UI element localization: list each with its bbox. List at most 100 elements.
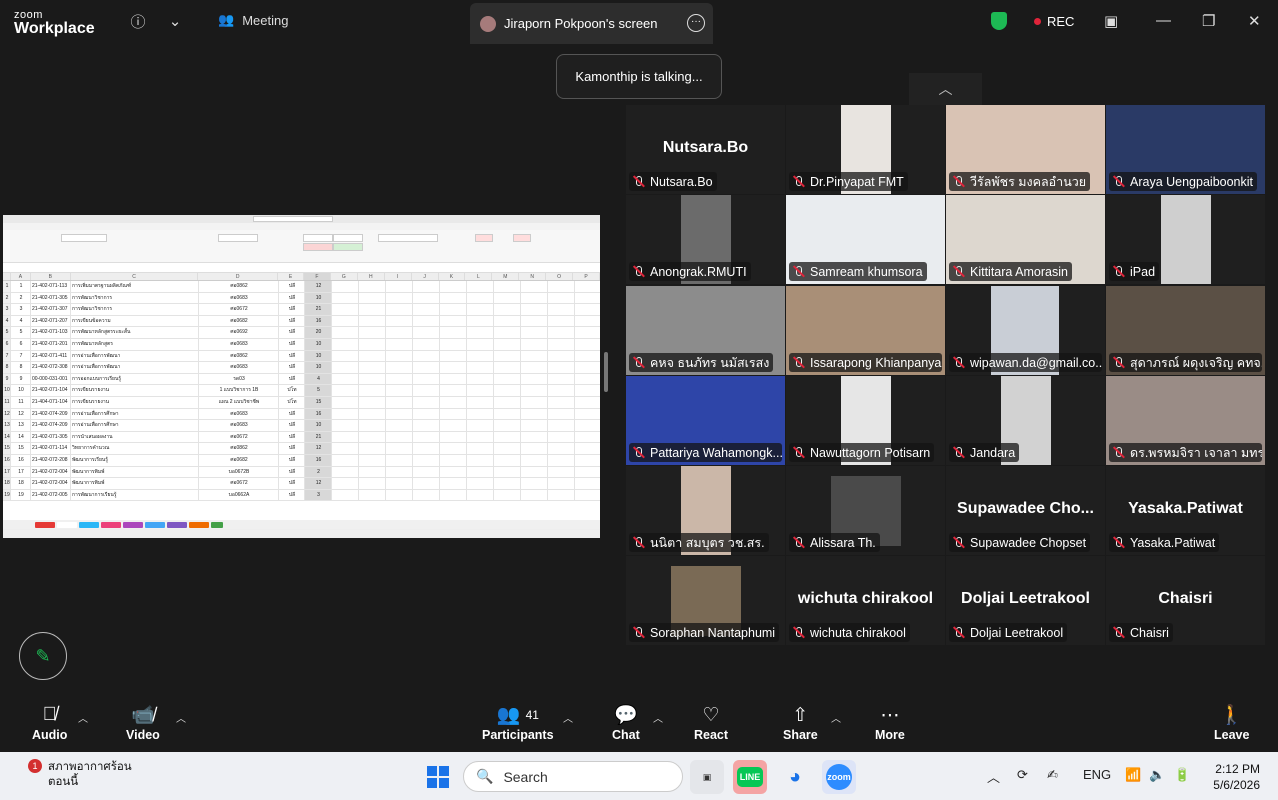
sync-icon[interactable]: ⟳ [1017,767,1028,783]
react-button[interactable]: ♡ React [694,702,728,743]
audio-button[interactable]: 🎙̸ Audio [32,702,67,742]
table-cell [467,304,494,315]
participant-tile[interactable]: Doljai Leetrakool Doljai Leetrakool [946,556,1105,645]
restore-icon[interactable]: ❐ [1202,12,1215,30]
chat-button[interactable]: 💬 Chat [612,702,640,742]
table-cell [386,315,413,327]
participant-tile[interactable]: wipawan.da@gmail.co... [946,286,1105,375]
info-icon[interactable]: ⓘ [127,10,149,32]
table-cell [521,327,548,338]
system-clock[interactable]: 2:12 PM 5/6/2026 [1204,761,1260,793]
leave-button[interactable]: 🚶 Leave [1214,702,1249,742]
participant-tile[interactable]: สุดาภรณ์ ผดุงเจริญ คทจ... [1106,286,1265,375]
talking-banner: Kamonthip is talking... [556,54,722,99]
participant-tile[interactable]: Araya Uengpaiboonkit [1106,105,1265,194]
table-cell [548,338,575,350]
participants-button[interactable]: 👥 41 Participants [482,702,554,742]
tray-expand-icon[interactable]: ︿ [987,767,1000,786]
zoom-app-icon[interactable]: zoom [822,760,856,794]
shield-icon[interactable] [991,12,1007,30]
participant-tile[interactable]: iPad [1106,195,1265,284]
table-cell: 3 [3,304,11,315]
edge-icon[interactable]: ◕ [778,760,812,794]
splitter-handle[interactable] [604,352,608,392]
audio-options-caret[interactable]: ︿ [78,710,88,725]
collapse-gallery-button[interactable]: ︿ [909,73,982,105]
table-cell [548,396,575,408]
chevron-down-icon[interactable]: ⌄ [164,10,186,32]
table-row: 6 6 21-402-071-201 การพัฒนาหลักสูตร ศอ0683 ปล… [3,338,600,351]
participants-options-caret[interactable]: ︿ [563,710,573,725]
table-cell [467,454,494,466]
table-cell [413,292,440,304]
table-row: 17 17 21-402-072-004 พัฒนาการพิมพ์ บอ0672B ปล… [3,466,600,479]
video-button[interactable]: 📹̸ Video [126,702,160,742]
table-cell [359,454,386,466]
participant-tile[interactable]: Issarapong Khianpanya [786,286,945,375]
table-cell [386,443,413,454]
participant-tile[interactable]: Dr.Pinyapat FMT [786,105,945,194]
participant-tile[interactable]: Samream khumsora [786,195,945,284]
table-cell [359,396,386,408]
table-cell [386,327,413,338]
minimize-icon[interactable]: — [1156,12,1171,29]
line-app-icon[interactable]: LINE [733,760,767,794]
layout-icon[interactable]: ▣ [1104,12,1118,30]
participant-tile[interactable]: Anongrak.RMUTI [626,195,785,284]
share-options-caret[interactable]: ︿ [831,710,841,725]
more-button[interactable]: ⋯ More [875,702,905,743]
language-indicator[interactable]: ENG [1083,767,1111,782]
screen-share-tab[interactable]: Jiraporn Pokpoon's screen ··· [470,3,713,44]
participant-tile[interactable]: Nutsara.Bo Nutsara.Bo [626,105,785,194]
table-cell [548,304,575,315]
participant-tile[interactable]: Supawadee Cho... Supawadee Chopset [946,466,1105,555]
task-view-icon[interactable]: ▣ [690,760,724,794]
start-icon[interactable] [427,766,449,788]
annotate-pen-button[interactable]: ✎ [19,632,67,680]
participant-tile[interactable]: ดร.พรหมจิรา เจาลา มทร.อี... [1106,376,1265,465]
table-cell: ศอ0672 [199,304,279,315]
participant-display-name: wichuta chirakool [797,590,934,607]
table-cell: 4 [3,315,11,327]
participant-name: คหจ ธนภัทร นมัสเรสง [650,355,770,370]
chat-options-caret[interactable]: ︿ [653,710,663,725]
participant-name-label: Anongrak.RMUTI [629,262,751,281]
participant-tile[interactable]: คหจ ธนภัทร นมัสเรสง [626,286,785,375]
participant-name: Doljai Leetrakool [970,625,1064,640]
participant-tile[interactable]: Nawuttagorn Potisarn [786,376,945,465]
participant-tile[interactable]: นนิตา สมบุตร วช.สร. [626,466,785,555]
participant-tile[interactable]: Pattariya Wahamongk... [626,376,785,465]
table-cell [413,315,440,327]
participant-tile[interactable]: Chaisri Chaisri [1106,556,1265,645]
table-cell [521,304,548,315]
wifi-icon[interactable]: 📶 [1125,767,1141,783]
participant-tile[interactable]: Soraphan Nantaphumi [626,556,785,645]
video-options-caret[interactable]: ︿ [176,710,186,725]
participant-tile[interactable]: วีรัลพัชร มงคลอำนวย [946,105,1105,194]
more-icon[interactable]: ··· [687,14,705,32]
participant-tile[interactable]: Jandara [946,376,1105,465]
table-cell [440,408,467,420]
table-cell [440,466,467,478]
table-cell: ศอ0672 [199,478,279,489]
table-cell: 10 [305,362,332,373]
table-row: 9 9 00-000-031-001 การออกแบบการเรียนรู้ รด03… [3,373,600,386]
close-icon[interactable]: ✕ [1248,12,1261,30]
share-button[interactable]: ⇧ Share [783,702,818,743]
meeting-tab[interactable]: 👥 Meeting [218,12,288,28]
participant-tile[interactable]: Kittitara Amorasin [946,195,1105,284]
participant-name-label: Pattariya Wahamongk... [629,443,782,462]
mic-muted-icon [952,265,965,278]
battery-icon[interactable]: 🔋 [1174,767,1190,783]
participant-tile[interactable]: Alissara Th. [786,466,945,555]
participant-tile[interactable]: Yasaka.Patiwat Yasaka.Patiwat [1106,466,1265,555]
taskbar-search[interactable]: 🔍 Search [463,761,683,792]
volume-icon[interactable]: 🔈 [1149,767,1165,783]
participant-tile[interactable]: wichuta chirakool wichuta chirakool [786,556,945,645]
table-cell [359,489,386,501]
pen-input-icon[interactable]: ✍ [1047,767,1058,783]
weather-widget[interactable]: สภาพอากาศร้อน ตอนนี้ [18,760,132,790]
participant-display-name: Nutsara.Bo [662,139,749,156]
recording-indicator[interactable]: REC [1034,14,1074,29]
table-row: 4 4 21-402-071-207 การเขียนข้อความ ศอ0682 ปลี… [3,315,600,328]
